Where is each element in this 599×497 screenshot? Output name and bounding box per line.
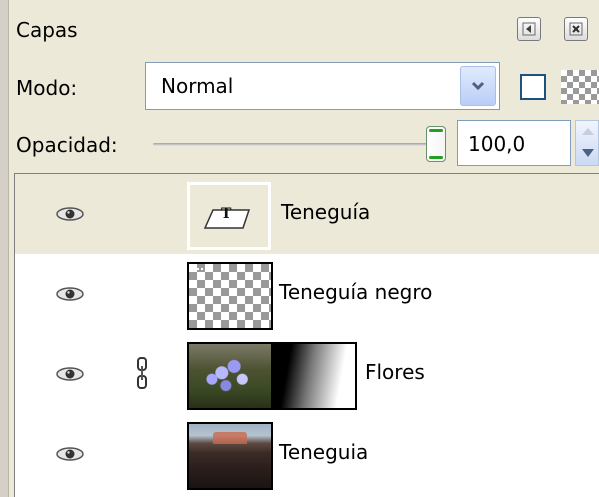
mode-label: Modo:	[16, 76, 78, 100]
layers-list[interactable]: T Teneguía Teneguía negro Flores Tenegui…	[14, 173, 599, 497]
layer-name[interactable]: Teneguía	[281, 200, 370, 224]
layer-row[interactable]: T Teneguía	[15, 174, 599, 254]
transparent-layer-thumbnail	[187, 262, 273, 330]
spin-down-icon[interactable]	[582, 149, 594, 157]
close-icon	[569, 22, 583, 36]
spin-up-icon[interactable]	[582, 128, 594, 135]
svg-text:T: T	[221, 206, 232, 222]
mode-dropdown-button[interactable]	[460, 66, 496, 106]
panel-close-button[interactable]	[564, 17, 588, 41]
layer-row[interactable]: Teneguía negro	[15, 254, 599, 334]
eye-icon[interactable]	[55, 284, 85, 304]
opacity-slider-handle[interactable]	[426, 126, 446, 162]
opacity-label: Opacidad:	[16, 133, 118, 157]
layer-row[interactable]: Flores	[15, 334, 599, 414]
transparency-lock-icon	[561, 70, 599, 104]
dock-edge	[0, 0, 9, 497]
layer-mask-thumbnail	[273, 342, 357, 410]
flowers-photo-thumbnail	[187, 342, 273, 410]
eye-icon[interactable]	[55, 204, 85, 224]
chevron-down-icon	[471, 81, 485, 91]
text-tool-icon: T	[203, 206, 251, 229]
panel-title: Capas	[16, 18, 78, 42]
layer-row[interactable]: Teneguia	[15, 414, 599, 494]
mode-dropdown-value: Normal	[161, 74, 234, 98]
opacity-slider[interactable]	[153, 143, 433, 146]
panel-menu-button[interactable]	[517, 17, 541, 41]
mode-dropdown[interactable]: Normal	[145, 62, 500, 110]
opacity-spinner[interactable]	[575, 120, 599, 166]
eye-icon[interactable]	[55, 444, 85, 464]
text-layer-icon: T	[187, 182, 271, 250]
chain-link-icon[interactable]	[135, 356, 149, 390]
layer-name[interactable]: Teneguia	[279, 440, 368, 464]
layer-name[interactable]: Flores	[365, 360, 425, 384]
opacity-input-value: 100,0	[468, 132, 526, 156]
preserve-transparency-checkbox[interactable]	[520, 74, 546, 100]
opacity-input[interactable]: 100,0	[457, 120, 571, 166]
eye-icon[interactable]	[55, 364, 85, 384]
layer-name[interactable]: Teneguía negro	[279, 280, 432, 304]
landscape-photo-thumbnail	[187, 422, 273, 490]
triangle-left-icon	[522, 22, 536, 36]
